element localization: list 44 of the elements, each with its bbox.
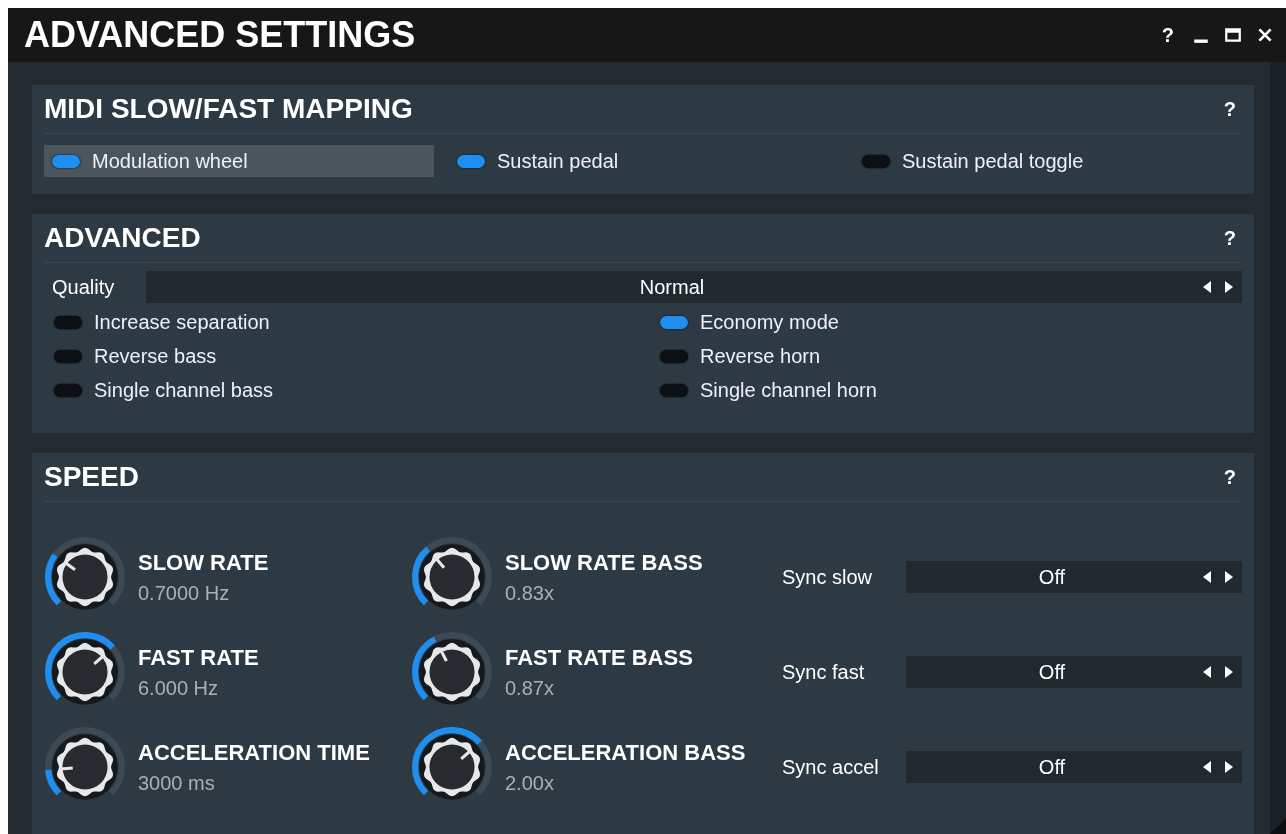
- sync-selector[interactable]: Off: [906, 656, 1198, 688]
- knob-value: 0.7000 Hz: [138, 581, 231, 605]
- arrows-icon[interactable]: [1198, 271, 1242, 303]
- arrows-icon[interactable]: [1198, 561, 1242, 593]
- sync-selector[interactable]: Off: [906, 561, 1198, 593]
- toggle-option[interactable]: Increase separation: [44, 305, 650, 339]
- section-title: ADVANCED: [44, 222, 201, 254]
- toggle-option[interactable]: Modulation wheel: [44, 145, 434, 177]
- knob-label: FAST RATE BASS: [505, 644, 693, 671]
- sync-selector[interactable]: Off: [906, 751, 1198, 783]
- arrows-icon[interactable]: [1198, 656, 1242, 688]
- window-title: ADVANCED SETTINGS: [24, 14, 416, 56]
- toggle-option[interactable]: Sustain pedal toggle: [854, 145, 1244, 177]
- maximize-icon[interactable]: [1224, 26, 1242, 44]
- knob-label: FAST RATE: [138, 644, 259, 671]
- arrows-icon[interactable]: [1198, 751, 1242, 783]
- knob-value: 3000 ms: [138, 771, 216, 795]
- toggle-option[interactable]: Reverse bass: [44, 339, 650, 373]
- toggle-option[interactable]: Single channel bass: [44, 373, 650, 407]
- knob-label: SLOW RATE: [138, 549, 269, 576]
- section-title: SPEED: [44, 461, 139, 493]
- knob-label: SLOW RATE BASS: [505, 549, 703, 576]
- toggle-option[interactable]: Economy mode: [650, 305, 1242, 339]
- knob-label: ACCELERATION BASS: [505, 739, 746, 766]
- knob-value: 0.87x: [505, 676, 555, 700]
- sync-label: Sync slow: [781, 565, 874, 589]
- sync-label: Sync fast: [781, 660, 866, 684]
- toggle-option[interactable]: Single channel horn: [650, 373, 1242, 407]
- knob-value: 0.83x: [505, 581, 555, 605]
- toggle-option[interactable]: Sustain pedal: [449, 145, 839, 177]
- knob-label: ACCELERATION TIME: [138, 739, 370, 766]
- sync-label: Sync accel: [781, 755, 880, 779]
- help-button[interactable]: ?: [1217, 226, 1242, 250]
- quality-selector[interactable]: Normal: [146, 271, 1198, 303]
- toggle-option[interactable]: Reverse horn: [650, 339, 1242, 373]
- help-button[interactable]: ?: [1217, 97, 1242, 121]
- resize-grip-icon[interactable]: [1270, 818, 1286, 834]
- help-button[interactable]: ?: [1157, 23, 1178, 47]
- knob-value: 6.000 Hz: [138, 676, 220, 700]
- section-title: MIDI SLOW/FAST MAPPING: [44, 93, 413, 125]
- help-button[interactable]: ?: [1217, 465, 1242, 489]
- close-icon[interactable]: [1256, 26, 1274, 44]
- quality-label: Quality: [51, 275, 116, 299]
- knob-value: 2.00x: [505, 771, 555, 795]
